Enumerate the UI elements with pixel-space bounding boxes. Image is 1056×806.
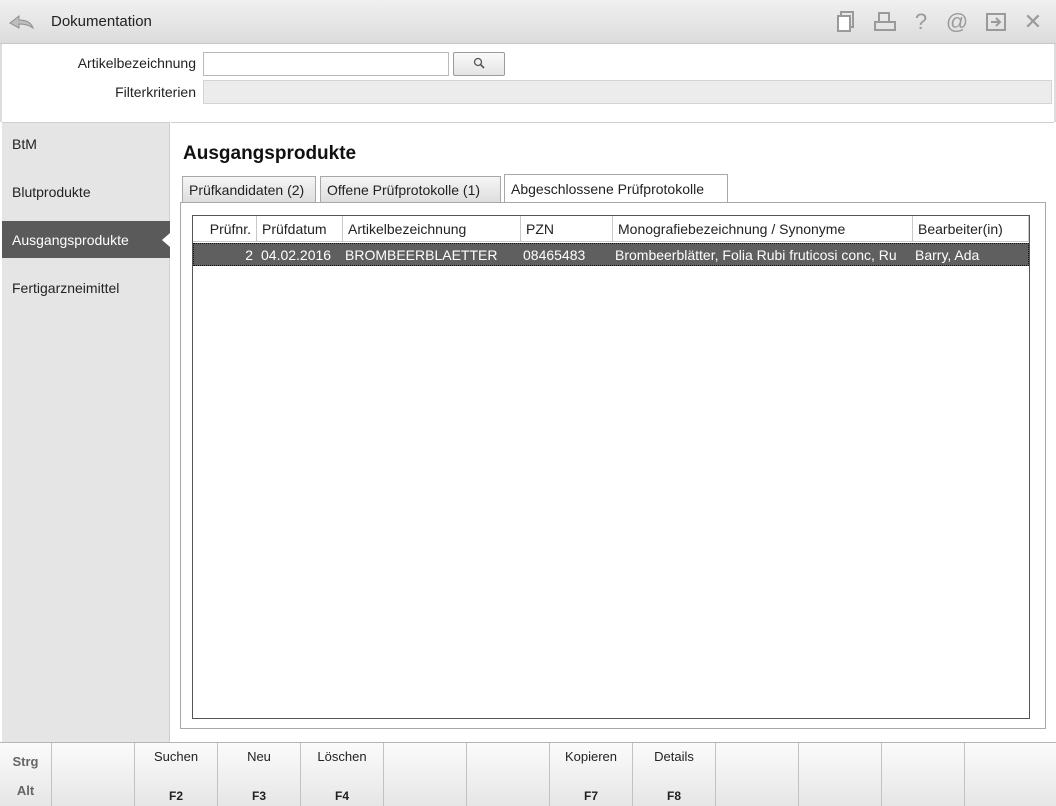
column-header-artikelbezeichnung[interactable]: Artikelbezeichnung bbox=[343, 216, 521, 242]
loeschen-label: Löschen bbox=[317, 749, 367, 764]
column-header-pzn[interactable]: PZN bbox=[521, 216, 613, 242]
neu-button[interactable]: Neu F3 bbox=[218, 743, 301, 806]
tab-abgeschlossene-pruefprotokolle[interactable]: Abgeschlossene Prüfprotokolle bbox=[504, 174, 728, 203]
cell-monografie: Brombeerblätter, Folia Rubi fruticosi co… bbox=[615, 246, 897, 263]
column-header-pruefdatum[interactable]: Prüfdatum bbox=[257, 216, 343, 242]
exit-icon[interactable] bbox=[983, 9, 1009, 35]
column-header-monografie[interactable]: Monografiebezeichnung / Synonyme bbox=[613, 216, 913, 242]
fkey-f11-button[interactable] bbox=[882, 743, 965, 806]
column-header-bearbeiter[interactable]: Bearbeiter(in) bbox=[913, 216, 1029, 242]
kopieren-key: F7 bbox=[583, 789, 598, 803]
fkey-f6-button[interactable] bbox=[467, 743, 550, 806]
table-header: Prüfnr. Prüfdatum Artikelbezeichnung PZN… bbox=[193, 216, 1029, 242]
table-row[interactable]: 2 04.02.2016 BROMBEERBLAETTER 08465483 B… bbox=[193, 243, 1029, 266]
function-key-bar: Strg Alt Suchen F2 Neu F3 Löschen F4 Kopier… bbox=[0, 742, 1056, 806]
criteria-label: Filterkriterien bbox=[115, 84, 196, 100]
sidebar: BtM Blutprodukte Ausgangsprodukte Fertig… bbox=[2, 122, 170, 742]
modifier-strg: Strg bbox=[12, 754, 39, 769]
fkey-f5-button[interactable] bbox=[384, 743, 467, 806]
sidebar-item-btm[interactable]: BtM bbox=[2, 125, 170, 162]
search-button[interactable] bbox=[453, 52, 505, 76]
tab-panel: Prüfnr. Prüfdatum Artikelbezeichnung PZN… bbox=[180, 202, 1046, 729]
cell-pruefdatum: 04.02.2016 bbox=[261, 246, 332, 263]
article-input[interactable] bbox=[203, 52, 449, 76]
criteria-field bbox=[203, 80, 1052, 104]
print-icon[interactable] bbox=[872, 9, 898, 35]
loeschen-button[interactable]: Löschen F4 bbox=[301, 743, 384, 806]
back-icon[interactable] bbox=[6, 8, 36, 36]
page-title: Ausgangsprodukte bbox=[183, 143, 357, 164]
cell-artikelbezeichnung: BROMBEERBLAETTER bbox=[345, 246, 498, 263]
neu-label: Neu bbox=[247, 749, 271, 764]
suchen-label: Suchen bbox=[153, 749, 199, 764]
fkey-f12-button[interactable] bbox=[965, 743, 1056, 806]
suchen-button[interactable]: Suchen F2 bbox=[135, 743, 218, 806]
fkey-f9-button[interactable] bbox=[716, 743, 799, 806]
sidebar-item-fertigarzneimittel[interactable]: Fertigarzneimittel bbox=[2, 269, 170, 306]
cell-pzn: 08465483 bbox=[523, 246, 586, 263]
close-icon[interactable]: ✕ bbox=[1020, 9, 1046, 35]
sidebar-item-ausgangsprodukte[interactable]: Ausgangsprodukte bbox=[2, 221, 170, 258]
modifier-keys: Strg Alt bbox=[0, 743, 52, 806]
suchen-key: F2 bbox=[168, 789, 183, 803]
fkey-f10-button[interactable] bbox=[799, 743, 882, 806]
tab-pruefkandidaten[interactable]: Prüfkandidaten (2) bbox=[182, 176, 316, 203]
details-button[interactable]: Details F8 bbox=[633, 743, 716, 806]
cell-pruefnr: 2 bbox=[245, 246, 253, 263]
app-title: Dokumentation bbox=[51, 13, 152, 30]
article-label: Artikelbezeichnung bbox=[77, 55, 196, 71]
sidebar-item-blutprodukte[interactable]: Blutprodukte bbox=[2, 173, 170, 210]
kopieren-label: Kopieren bbox=[564, 749, 618, 764]
loeschen-key: F4 bbox=[334, 789, 349, 803]
column-header-pruefnr[interactable]: Prüfnr. bbox=[193, 216, 257, 242]
details-label: Details bbox=[654, 749, 694, 764]
neu-key: F3 bbox=[251, 789, 266, 803]
kopieren-button[interactable]: Kopieren F7 bbox=[550, 743, 633, 806]
search-icon bbox=[472, 56, 486, 73]
protocol-table[interactable]: Prüfnr. Prüfdatum Artikelbezeichnung PZN… bbox=[192, 215, 1030, 719]
main-panel: Ausgangsprodukte Prüfkandidaten (2) Offe… bbox=[171, 122, 1054, 742]
cell-bearbeiter: Barry, Ada bbox=[915, 246, 980, 263]
help-icon[interactable]: ? bbox=[908, 9, 934, 35]
filter-bar: Artikelbezeichnung Filterkriterien bbox=[0, 44, 1056, 122]
title-bar: Dokumentation ? @ ✕ bbox=[0, 0, 1056, 44]
document-icon[interactable] bbox=[833, 9, 859, 35]
tab-offene-pruefprotokolle[interactable]: Offene Prüfprotokolle (1) bbox=[320, 176, 501, 203]
modifier-alt: Alt bbox=[16, 783, 35, 798]
fkey-f1-button[interactable] bbox=[52, 743, 135, 806]
at-icon[interactable]: @ bbox=[944, 9, 970, 35]
details-key: F8 bbox=[666, 789, 681, 803]
